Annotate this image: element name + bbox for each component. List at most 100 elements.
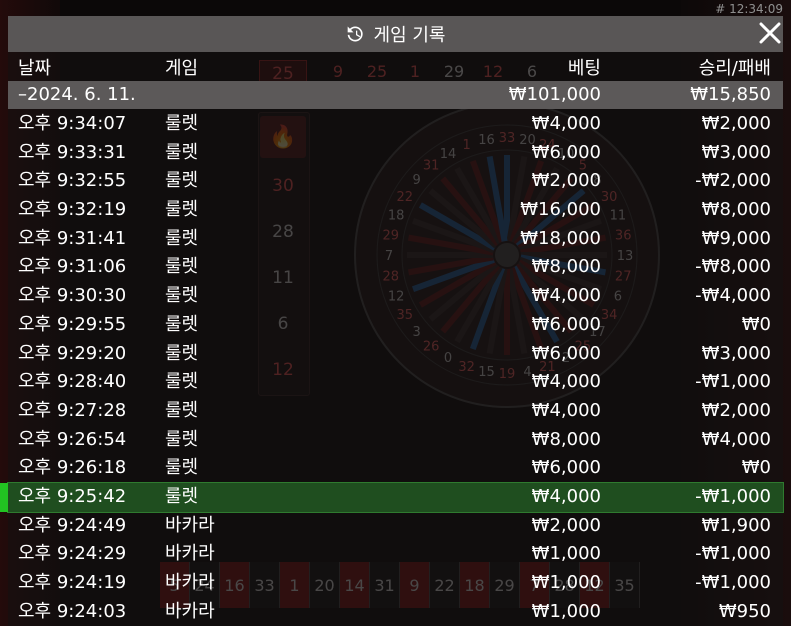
- row-game: 바카라: [165, 600, 215, 622]
- history-row[interactable]: 오후 9:33:31 룰렛 ₩6,000 ₩3,000: [8, 139, 783, 168]
- row-win-loss: ₩950: [718, 600, 771, 622]
- row-time: 오후 9:33:31: [18, 141, 127, 163]
- row-bet: ₩2,000: [531, 514, 601, 536]
- row-win-loss: ₩1,900: [701, 514, 771, 536]
- row-game: 룰렛: [165, 371, 199, 393]
- history-row[interactable]: 오후 9:32:55 룰렛 ₩2,000 -₩2,000: [8, 167, 783, 196]
- row-bet: ₩18,000: [520, 227, 601, 249]
- row-time: 오후 9:24:49: [18, 514, 127, 536]
- row-win-loss: -₩8,000: [695, 256, 771, 278]
- history-row[interactable]: 오후 9:24:49 바카라 ₩2,000 ₩1,900: [8, 512, 783, 541]
- row-time: 오후 9:24:03: [18, 600, 127, 622]
- dialog-title-bar: 게임 기록: [8, 16, 783, 52]
- history-row[interactable]: 오후 9:28:40 룰렛 ₩4,000 -₩1,000: [8, 368, 783, 397]
- row-bet: ₩4,000: [531, 485, 601, 507]
- row-bet: ₩4,000: [531, 399, 601, 421]
- history-row[interactable]: 오후 9:25:42 룰렛 ₩4,000 -₩1,000: [0, 481, 784, 513]
- history-row[interactable]: 오후 9:26:18 룰렛 ₩6,000 ₩0: [8, 454, 783, 483]
- row-time: 오후 9:31:06: [18, 256, 127, 278]
- row-win-loss: -₩1,000: [695, 371, 771, 393]
- history-icon: [347, 26, 363, 42]
- row-time: 오후 9:34:07: [18, 113, 127, 134]
- row-game: 룰렛: [165, 342, 199, 364]
- dialog-title: 게임 기록: [373, 25, 446, 46]
- row-bet: ₩1,000: [531, 572, 601, 593]
- history-row[interactable]: 오후 9:34:07 룰렛 ₩4,000 ₩2,000: [8, 110, 783, 139]
- row-time: 오후 9:26:54: [18, 428, 127, 450]
- row-time: 오후 9:32:19: [18, 199, 127, 221]
- history-row[interactable]: 오후 9:32:19 룰렛 ₩16,000 ₩8,000: [8, 196, 783, 225]
- row-win-loss: -₩2,000: [695, 170, 771, 192]
- row-time: 오후 9:32:55: [18, 170, 127, 192]
- history-row[interactable]: 오후 9:24:29 바카라 ₩1,000 -₩1,000: [8, 540, 783, 569]
- row-game: 바카라: [165, 514, 215, 536]
- row-game: 룰렛: [165, 457, 199, 479]
- row-game: 룰렛: [165, 485, 199, 507]
- row-bet: ₩4,000: [531, 113, 601, 134]
- row-bet: ₩8,000: [531, 428, 601, 450]
- row-game: 룰렛: [165, 313, 199, 335]
- row-bet: ₩16,000: [520, 199, 601, 221]
- history-row[interactable]: 오후 9:24:03 바카라 ₩1,000 ₩950: [8, 598, 783, 626]
- row-game: 룰렛: [165, 170, 199, 192]
- row-game: 룰렛: [165, 428, 199, 450]
- row-time: 오후 9:27:28: [18, 399, 127, 421]
- row-time: 오후 9:26:18: [18, 457, 127, 479]
- row-bet: ₩6,000: [531, 342, 601, 364]
- row-game: 룰렛: [165, 199, 199, 221]
- row-win-loss: -₩1,000: [695, 543, 771, 565]
- row-bet: ₩4,000: [531, 285, 601, 307]
- row-time: 오후 9:30:30: [18, 285, 127, 307]
- row-bet: ₩2,000: [531, 170, 601, 192]
- row-win-loss: ₩4,000: [701, 428, 771, 450]
- row-win-loss: ₩9,000: [701, 227, 771, 249]
- history-row[interactable]: 오후 9:26:54 룰렛 ₩8,000 ₩4,000: [8, 426, 783, 455]
- row-bet: ₩6,000: [531, 313, 601, 335]
- row-time: 오후 9:29:55: [18, 313, 127, 335]
- row-win-loss: ₩0: [741, 457, 771, 479]
- row-bet: ₩4,000: [531, 371, 601, 393]
- history-row[interactable]: 오후 9:31:41 룰렛 ₩18,000 ₩9,000: [8, 225, 783, 254]
- row-game: 바카라: [165, 543, 215, 565]
- row-game: 룰렛: [165, 399, 199, 421]
- row-win-loss: -₩4,000: [695, 285, 771, 307]
- history-row[interactable]: 오후 9:27:28 룰렛 ₩4,000 ₩2,000: [8, 397, 783, 426]
- row-win-loss: ₩8,000: [701, 199, 771, 221]
- row-time: 오후 9:29:20: [18, 342, 127, 364]
- row-win-loss: ₩3,000: [701, 141, 771, 163]
- row-win-loss: ₩2,000: [701, 113, 771, 134]
- date-group-summary[interactable]: –2024. 6. 11. ₩101,000 ₩15,850: [8, 81, 783, 109]
- history-list: 오후 9:34:07 룰렛 ₩4,000 ₩2,000 오후 9:33:31 룰렛 ₩6,0…: [0, 110, 784, 626]
- row-time: 오후 9:24:19: [18, 572, 127, 593]
- row-game: 룰렛: [165, 113, 199, 134]
- row-time: 오후 9:31:41: [18, 227, 127, 249]
- row-bet: ₩1,000: [531, 600, 601, 622]
- row-bet: ₩1,000: [531, 543, 601, 565]
- row-game: 룰렛: [165, 227, 199, 249]
- column-header-game: 게임: [165, 58, 199, 79]
- history-row[interactable]: 오후 9:29:20 룰렛 ₩6,000 ₩3,000: [8, 340, 783, 369]
- table-header: 날짜 게임 베팅 승리/패배: [8, 54, 783, 82]
- column-header-date: 날짜: [18, 58, 52, 79]
- row-game: 룰렛: [165, 256, 199, 278]
- history-row[interactable]: 오후 9:30:30 룰렛 ₩4,000 -₩4,000: [8, 282, 783, 311]
- row-win-loss: ₩0: [741, 313, 771, 335]
- history-row[interactable]: 오후 9:31:06 룰렛 ₩8,000 -₩8,000: [8, 253, 783, 282]
- summary-win-loss-total: ₩15,850: [690, 84, 771, 105]
- row-game: 바카라: [165, 572, 215, 593]
- summary-date: –2024. 6. 11.: [18, 84, 136, 105]
- row-time: 오후 9:28:40: [18, 371, 127, 393]
- column-header-bet: 베팅: [567, 58, 601, 79]
- row-time: 오후 9:24:29: [18, 543, 127, 565]
- history-row[interactable]: 오후 9:24:19 바카라 ₩1,000 -₩1,000: [8, 569, 783, 598]
- history-row[interactable]: 오후 9:29:55 룰렛 ₩6,000 ₩0: [8, 311, 783, 340]
- row-game: 룰렛: [165, 141, 199, 163]
- row-bet: ₩6,000: [531, 457, 601, 479]
- row-win-loss: ₩3,000: [701, 342, 771, 364]
- row-win-loss: -₩1,000: [695, 485, 771, 507]
- row-game: 룰렛: [165, 285, 199, 307]
- row-time: 오후 9:25:42: [18, 485, 127, 507]
- column-header-win-loss: 승리/패배: [698, 58, 771, 79]
- close-icon[interactable]: [757, 20, 783, 46]
- row-bet: ₩8,000: [531, 256, 601, 278]
